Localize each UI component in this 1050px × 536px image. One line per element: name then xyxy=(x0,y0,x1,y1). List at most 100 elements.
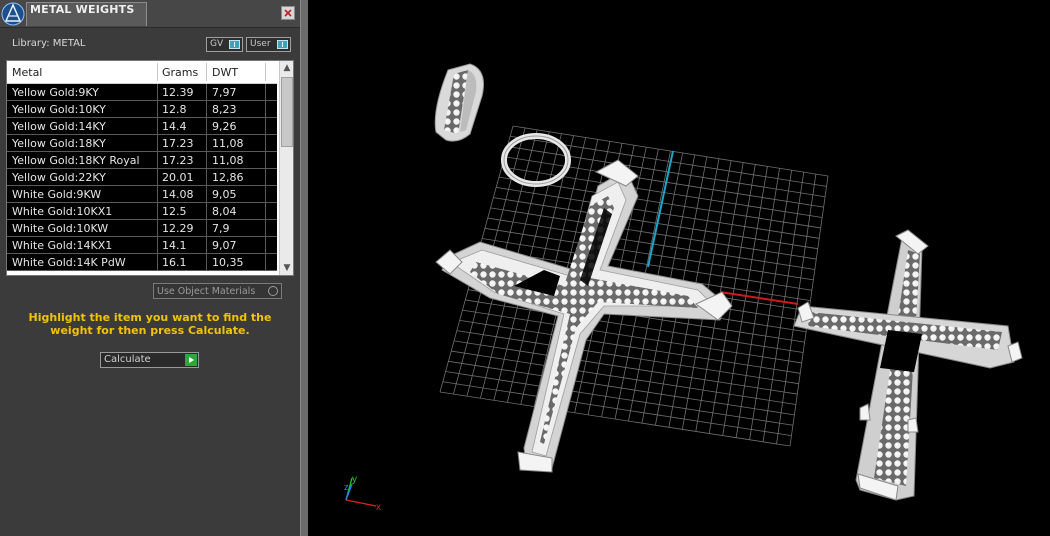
table-row[interactable]: Yellow Gold:18KY Royal 17.23 11,08 xyxy=(7,152,277,169)
column-divider xyxy=(206,254,207,271)
column-divider xyxy=(157,237,158,254)
plain-ring-model xyxy=(501,133,571,187)
cell-dwt: 7,97 xyxy=(212,86,237,99)
cell-grams: 16.1 xyxy=(162,256,187,269)
axis-label-z: z xyxy=(344,482,349,492)
column-header-grams[interactable]: Grams xyxy=(162,66,198,79)
user-toggle[interactable]: User xyxy=(246,37,291,52)
cell-dwt: 8,04 xyxy=(212,205,237,218)
panel-splitter[interactable] xyxy=(300,0,308,536)
user-toggle-label: User xyxy=(250,39,271,49)
column-divider xyxy=(157,84,158,101)
close-button[interactable] xyxy=(281,6,295,20)
cross-model xyxy=(793,229,1023,501)
cell-metal: White Gold:14KX1 xyxy=(12,239,113,252)
column-divider xyxy=(206,152,207,169)
table-row[interactable]: Yellow Gold:9KY 12.39 7,97 xyxy=(7,84,277,101)
axis-label-y: y xyxy=(352,474,357,485)
column-divider xyxy=(206,237,207,254)
cell-metal: White Gold:10KW xyxy=(12,222,109,235)
scroll-up-icon[interactable]: ▲ xyxy=(280,61,293,75)
radio-icon xyxy=(268,286,278,296)
column-divider xyxy=(265,118,266,135)
column-divider xyxy=(265,169,266,186)
table-row[interactable]: Yellow Gold:18KY 17.23 11,08 xyxy=(7,135,277,152)
column-divider xyxy=(206,84,207,101)
table-row[interactable]: White Gold:10KX1 12.5 8,04 xyxy=(7,203,277,220)
column-divider[interactable] xyxy=(157,63,158,81)
cell-dwt: 9,07 xyxy=(212,239,237,252)
table-row[interactable]: White Gold:9KW 14.08 9,05 xyxy=(7,186,277,203)
column-divider xyxy=(206,220,207,237)
metal-table: Metal Grams DWT Yellow Gold:9KY 12.39 7,97… xyxy=(6,60,294,276)
column-divider xyxy=(157,220,158,237)
column-divider xyxy=(157,135,158,152)
column-header-dwt[interactable]: DWT xyxy=(212,66,238,79)
cell-dwt: 12,86 xyxy=(212,171,244,184)
scroll-down-icon[interactable]: ▼ xyxy=(280,261,293,275)
use-object-materials-option[interactable]: Use Object Materials xyxy=(153,283,282,299)
column-divider xyxy=(265,254,266,271)
cell-dwt: 10,35 xyxy=(212,256,244,269)
cell-grams: 12.5 xyxy=(162,205,187,218)
column-divider xyxy=(157,186,158,203)
column-divider xyxy=(265,152,266,169)
column-divider xyxy=(157,203,158,220)
column-divider[interactable] xyxy=(206,63,207,81)
cell-dwt: 9,05 xyxy=(212,188,237,201)
instructions-text: Highlight the item you want to find the … xyxy=(28,311,272,337)
cell-grams: 17.23 xyxy=(162,137,194,150)
column-divider xyxy=(157,169,158,186)
table-row[interactable]: Yellow Gold:22KY 20.01 12,86 xyxy=(7,169,277,186)
table-row[interactable]: Yellow Gold:14KY 14.4 9,26 xyxy=(7,118,277,135)
table-row[interactable]: White Gold:10KW 12.29 7,9 xyxy=(7,220,277,237)
viewport-canvas: x y z xyxy=(344,63,1023,513)
column-divider xyxy=(157,101,158,118)
column-divider xyxy=(157,118,158,135)
scroll-thumb[interactable] xyxy=(281,77,293,147)
cell-grams: 14.1 xyxy=(162,239,187,252)
column-divider[interactable] xyxy=(265,63,266,81)
gv-toggle[interactable]: GV xyxy=(206,37,243,52)
calculate-button[interactable]: Calculate xyxy=(100,352,199,368)
cell-dwt: 11,08 xyxy=(212,137,244,150)
column-divider xyxy=(206,186,207,203)
cell-metal: Yellow Gold:18KY Royal xyxy=(12,154,140,167)
cell-grams: 20.01 xyxy=(162,171,194,184)
cell-metal: White Gold:9KW xyxy=(12,188,102,201)
ring-model xyxy=(434,63,484,142)
cell-grams: 12.29 xyxy=(162,222,194,235)
cell-metal: Yellow Gold:14KY xyxy=(12,120,106,133)
table-header: Metal Grams DWT xyxy=(7,61,277,84)
axis-label-x: x xyxy=(376,502,381,513)
app-logo-icon xyxy=(1,2,25,26)
cell-dwt: 7,9 xyxy=(212,222,230,235)
column-divider xyxy=(206,169,207,186)
cell-grams: 14.4 xyxy=(162,120,187,133)
column-divider xyxy=(265,237,266,254)
cell-metal: Yellow Gold:22KY xyxy=(12,171,106,184)
column-divider xyxy=(157,152,158,169)
toggle-switch-icon xyxy=(229,40,240,49)
table-row[interactable]: White Gold:14KX1 14.1 9,07 xyxy=(7,237,277,254)
3d-viewport[interactable]: x y z xyxy=(308,0,1050,536)
close-icon xyxy=(284,9,292,17)
column-divider xyxy=(265,203,266,220)
column-divider xyxy=(206,118,207,135)
table-row[interactable]: White Gold:14K PdW 16.1 10,35 xyxy=(7,254,277,271)
cell-grams: 17.23 xyxy=(162,154,194,167)
cell-metal: White Gold:14K PdW xyxy=(12,256,126,269)
cell-metal: Yellow Gold:9KY xyxy=(12,86,99,99)
column-divider xyxy=(206,203,207,220)
grid-axis-line xyxy=(647,150,674,268)
column-header-metal[interactable]: Metal xyxy=(12,66,42,79)
table-row[interactable]: Yellow Gold:10KY 12.8 8,23 xyxy=(7,101,277,118)
table-scrollbar[interactable]: ▲ ▼ xyxy=(279,61,293,275)
cell-metal: Yellow Gold:10KY xyxy=(12,103,106,116)
column-divider xyxy=(265,135,266,152)
axis-triad: x y z xyxy=(344,474,381,513)
gv-toggle-label: GV xyxy=(210,39,224,49)
panel-titlebar: METAL WEIGHTS xyxy=(0,0,300,28)
cell-metal: White Gold:10KX1 xyxy=(12,205,113,218)
cell-grams: 12.39 xyxy=(162,86,194,99)
